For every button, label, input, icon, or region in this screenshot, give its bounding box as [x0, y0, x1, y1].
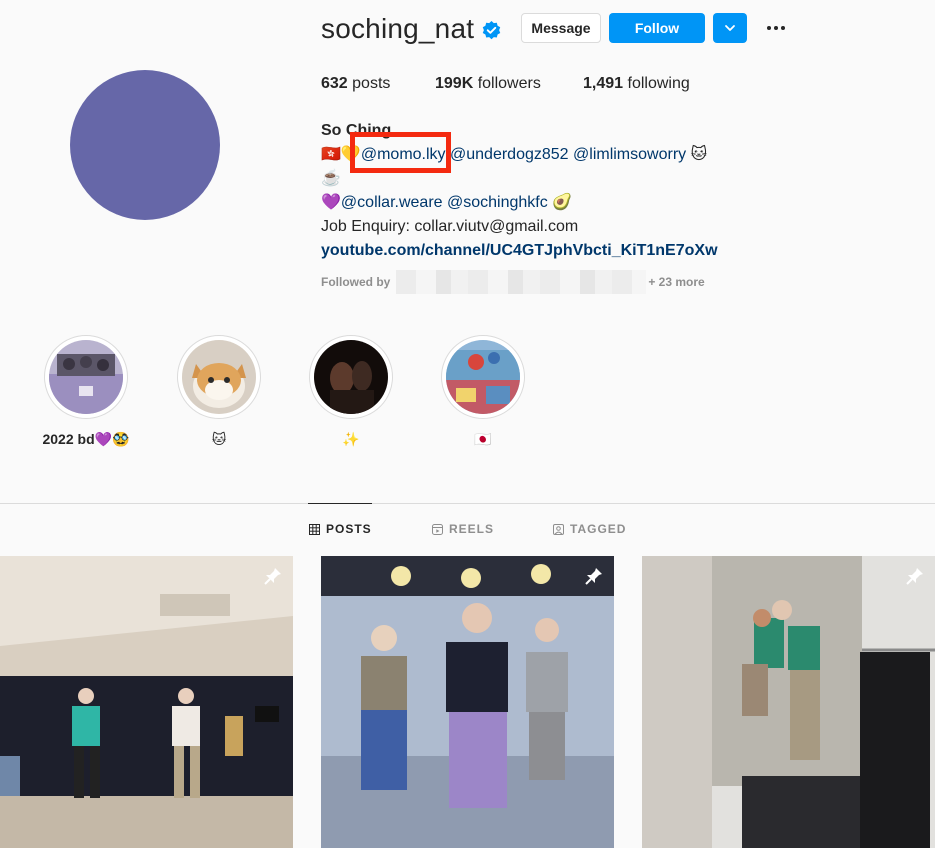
bio-external-link[interactable]: youtube.com/channel/UC4GTJphVbcti_KiT1nE…: [321, 239, 881, 263]
followed-by[interactable]: Followed by + 23 more: [321, 270, 705, 294]
bio-job-enquiry: Job Enquiry: collar.viutv@gmail.com: [321, 218, 579, 235]
highlight-ring: [177, 335, 261, 419]
more-options-dot: [774, 26, 778, 30]
bio-emoji: 🥑: [552, 194, 573, 211]
following-count: 1,491: [583, 75, 624, 92]
more-options-button[interactable]: [762, 18, 790, 38]
mention-link[interactable]: @underdogz852: [450, 146, 569, 163]
mention-link[interactable]: @limlimsoworry: [573, 146, 686, 163]
story-highlight[interactable]: 2022 bd💜🥸: [42, 335, 130, 447]
more-options-dot: [781, 26, 785, 30]
following-stat[interactable]: 1,491 following: [583, 75, 690, 93]
highlight-cover: [446, 340, 520, 414]
chevron-down-icon: [725, 25, 735, 31]
annotation-highlight-box: [350, 132, 451, 173]
post-thumbnail[interactable]: [321, 556, 614, 848]
username: soching_nat: [321, 13, 475, 44]
tab-posts-label: POSTS: [326, 522, 372, 536]
profile-avatar[interactable]: [70, 70, 220, 220]
highlight-label: 2022 bd💜🥸: [42, 431, 130, 447]
mention-link[interactable]: @collar.weare: [341, 194, 443, 211]
posts-stat: 632 posts: [321, 75, 390, 93]
story-highlight[interactable]: 🇯🇵: [441, 335, 525, 447]
highlight-cover: [49, 340, 123, 414]
followers-stat[interactable]: 199K followers: [435, 75, 541, 93]
highlight-label: 🐱: [211, 431, 227, 447]
profile-header: soching_nat: [321, 12, 501, 46]
pinned-icon: [906, 568, 923, 585]
highlight-cover: [182, 340, 256, 414]
verified-badge-icon: [482, 20, 501, 39]
post-image: [642, 556, 935, 848]
tab-tagged-label: TAGGED: [570, 522, 627, 536]
highlight-cover: [314, 340, 388, 414]
pinned-icon: [264, 568, 281, 585]
post-image: [321, 556, 614, 848]
message-button[interactable]: Message: [521, 13, 601, 43]
pinned-icon: [585, 568, 602, 585]
grid-icon: [309, 523, 320, 535]
story-highlight[interactable]: ✨: [309, 335, 393, 447]
blurred-usernames: [396, 270, 647, 294]
followers-label: followers: [477, 75, 541, 92]
tagged-icon: [553, 523, 564, 535]
mention-link[interactable]: @sochinghkfc: [447, 194, 548, 211]
post-thumbnail[interactable]: [0, 556, 293, 848]
tab-posts[interactable]: POSTS: [309, 522, 372, 536]
story-highlight[interactable]: 🐱: [177, 335, 261, 447]
posts-label: posts: [352, 75, 391, 92]
highlight-ring: [309, 335, 393, 419]
post-image: [0, 556, 293, 848]
posts-count: 632: [321, 75, 348, 92]
post-thumbnail[interactable]: [642, 556, 935, 848]
bio-emoji: 🐱: [690, 146, 708, 163]
suggested-accounts-button[interactable]: [713, 13, 747, 43]
tab-reels[interactable]: REELS: [432, 522, 494, 536]
highlight-ring: [44, 335, 128, 419]
highlight-label: 🇯🇵: [474, 431, 492, 447]
active-tab-indicator: [308, 503, 372, 504]
followed-by-more: + 23 more: [648, 275, 705, 289]
more-options-icon: [767, 26, 771, 30]
highlight-ring: [441, 335, 525, 419]
highlight-label: ✨: [342, 431, 360, 447]
followed-by-label: Followed by: [321, 275, 391, 289]
bio-emoji: 💜: [321, 194, 341, 211]
tabs-divider: [0, 503, 935, 504]
reels-icon: [432, 523, 443, 535]
bio-line-3: 💜@collar.weare @sochinghkfc 🥑: [321, 191, 881, 215]
tab-reels-label: REELS: [449, 522, 495, 536]
follow-button[interactable]: Follow: [609, 13, 705, 43]
tab-tagged[interactable]: TAGGED: [553, 522, 626, 536]
following-label: following: [627, 75, 690, 92]
followers-count: 199K: [435, 75, 474, 92]
